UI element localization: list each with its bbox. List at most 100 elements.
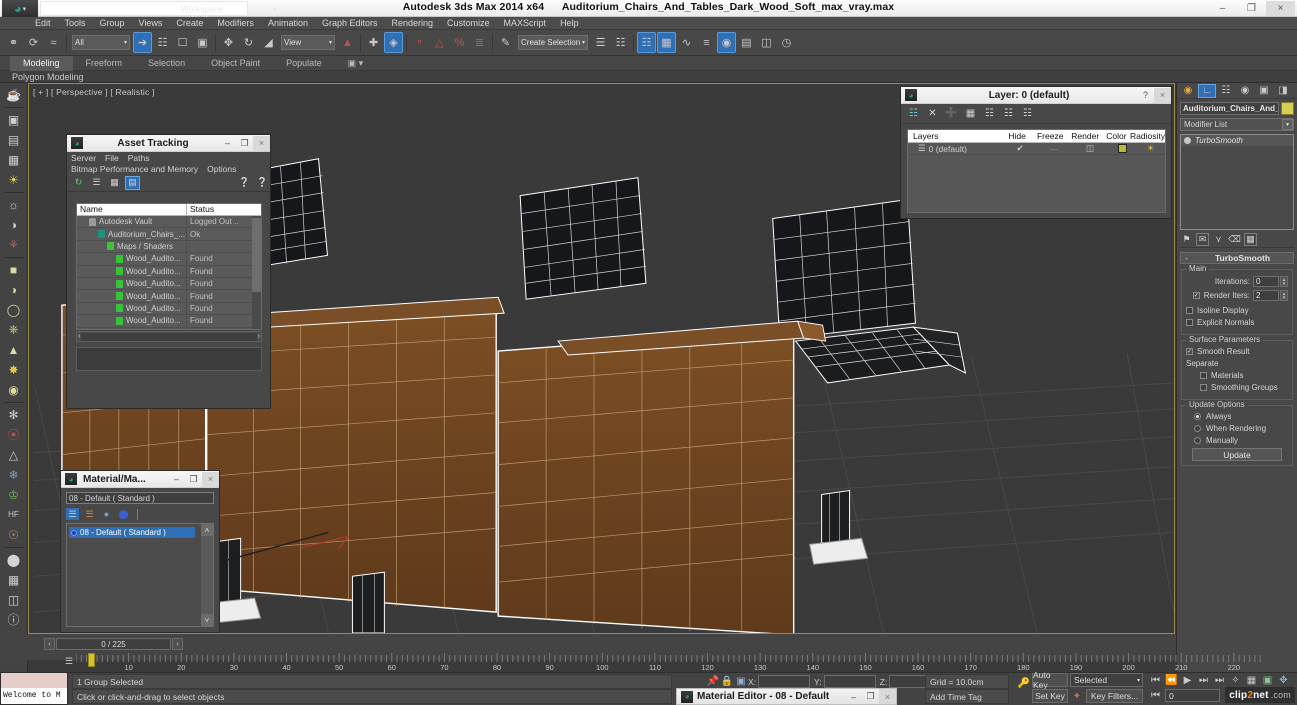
omni-light-icon[interactable]: ◉ xyxy=(3,380,25,399)
open-mini-curve-editor-icon[interactable]: ☰ xyxy=(61,654,77,668)
maxscript-output-line[interactable]: Welcome to M xyxy=(1,688,67,704)
select-and-move-icon[interactable]: ✥ xyxy=(219,32,238,53)
rectangular-selection-region-icon[interactable]: ☐ xyxy=(173,32,192,53)
scrollbar-track[interactable] xyxy=(81,332,257,341)
hierarchy-tab[interactable]: ☷ xyxy=(1217,84,1235,98)
isoline-display-checkbox[interactable] xyxy=(1186,307,1193,314)
layer-hide-toggle[interactable]: ✔ xyxy=(1004,143,1036,154)
layer-dialog[interactable]: ◕ Layer: 0 (default) ? × ☷ ✕ ➕ ▦ ☷ ☷ ☷ L… xyxy=(900,86,1172,219)
select-and-scale-icon[interactable]: ◢ xyxy=(259,32,278,53)
menu-item-modifiers[interactable]: Modifiers xyxy=(210,17,261,30)
render-iters-checkbox[interactable]: ✓ xyxy=(1192,292,1200,299)
modifier-stack-item[interactable]: TurboSmooth xyxy=(1181,135,1293,146)
material-search-field[interactable]: 08 - Default ( Standard ) xyxy=(66,492,214,504)
table-row[interactable]: Wood_Audito... Found xyxy=(77,253,261,266)
x-field[interactable] xyxy=(758,675,811,688)
asset-tracking-window[interactable]: ◕ Asset Tracking – ❐ × Server File Paths B… xyxy=(66,134,271,409)
utilities-tab[interactable]: ◨ xyxy=(1274,84,1292,98)
column-header-name[interactable]: Name xyxy=(77,204,187,215)
table-row[interactable]: Wood_Audito... Found xyxy=(77,302,261,316)
menu-item-create[interactable]: Create xyxy=(169,17,210,30)
list-item[interactable]: 08 - Default ( Standard ) xyxy=(69,527,195,538)
time-slider-handle[interactable] xyxy=(88,653,95,667)
use-pivot-point-center-icon[interactable]: ▲ xyxy=(338,32,357,53)
selection-filter-dropdown[interactable]: All ▾ xyxy=(72,35,130,50)
smooth-result-row[interactable]: ✓ Smooth Result xyxy=(1186,347,1288,356)
render-iters-spinner[interactable]: ▴ ▾ xyxy=(1280,290,1288,301)
iterations-field[interactable]: 0 xyxy=(1253,276,1279,287)
render-iters-field[interactable]: 2 xyxy=(1253,290,1279,301)
menu-item-views[interactable]: Views xyxy=(132,17,170,30)
select-and-manipulate-icon[interactable]: ✚ xyxy=(364,32,383,53)
ribbon-tab-freeform[interactable]: Freeform xyxy=(73,56,136,71)
maxscript-input-line[interactable] xyxy=(1,673,67,688)
refresh-icon[interactable]: ↻ xyxy=(71,176,86,190)
manually-row[interactable]: Manually xyxy=(1186,436,1288,445)
table-row[interactable]: Wood_Audito... Found xyxy=(77,315,261,328)
previous-frame-icon[interactable]: ⏪ xyxy=(1164,673,1179,687)
align-icon[interactable]: ☷ xyxy=(611,32,630,53)
smoothing-groups-checkbox[interactable] xyxy=(1200,384,1207,391)
sphere-gray-icon[interactable]: ⬤ xyxy=(3,550,25,569)
window-crossing-icon[interactable]: ▣ xyxy=(193,32,212,53)
scroll-up-icon[interactable]: ˄ xyxy=(201,524,213,536)
material-list[interactable]: 08 - Default ( Standard ) ˄ ˅ xyxy=(66,523,214,627)
ribbon-tab-object-paint[interactable]: Object Paint xyxy=(198,56,273,71)
schematic-view-icon[interactable]: ≡ xyxy=(697,32,716,53)
layer-properties-icon[interactable]: ☷ xyxy=(1021,107,1034,121)
cone-icon[interactable]: ▲ xyxy=(3,340,25,359)
menu-item-tools[interactable]: Tools xyxy=(58,17,93,30)
ribbon-tab-populate[interactable]: Populate xyxy=(273,56,335,71)
next-frame-icon[interactable]: ⏭ xyxy=(1196,673,1211,687)
column-header-radiosity[interactable]: Radiosity xyxy=(1130,131,1165,141)
pan-view-icon[interactable]: ✥ xyxy=(1276,673,1291,687)
set-key-button[interactable]: Set Key xyxy=(1032,689,1068,703)
help-icon[interactable]: ❔ xyxy=(255,176,270,190)
ribbon-tab-modeling[interactable]: Modeling xyxy=(10,55,73,71)
display-tab[interactable]: ▣ xyxy=(1255,84,1273,98)
viewport-label[interactable]: [ + ] [ Perspective ] [ Realistic ] xyxy=(33,87,155,97)
key-mode-icon[interactable]: ⏮ xyxy=(1148,689,1163,702)
smooth-result-checkbox[interactable]: ✓ xyxy=(1186,348,1193,355)
absolute-relative-transform-icon[interactable]: ▣ xyxy=(734,676,748,687)
angle-snap-toggle-icon[interactable]: △ xyxy=(430,32,449,53)
render-table-icon[interactable]: ▦ xyxy=(3,150,25,169)
column-header-color[interactable]: Color xyxy=(1103,131,1130,141)
help-icon[interactable]: ⓘ xyxy=(3,610,25,629)
smoothing-groups-row[interactable]: Smoothing Groups xyxy=(1186,383,1288,392)
layer-freeze-toggle[interactable]: — xyxy=(1036,144,1072,154)
redo-icon[interactable]: ⟳ xyxy=(24,32,43,53)
material-map-browser-titlebar[interactable]: ◕ Material/Ma... – ❐ × xyxy=(61,471,219,488)
cylinder-icon[interactable]: ◯ xyxy=(3,300,25,319)
dynamics-icon[interactable]: ⦿ xyxy=(3,425,25,444)
lightbulb-icon[interactable] xyxy=(1184,137,1191,144)
ribbon-options-icon[interactable]: ▣ ▾ xyxy=(335,56,377,71)
render-setup-icon[interactable]: ▤ xyxy=(737,32,756,53)
asset-menu-file[interactable]: File xyxy=(105,153,119,163)
curve-editor-icon[interactable]: ∿ xyxy=(677,32,696,53)
column-header-layers[interactable]: Layers xyxy=(908,131,1002,141)
torus-icon[interactable]: ⎈ xyxy=(3,320,25,339)
set-key-filters-icon[interactable]: ✦ xyxy=(1070,690,1084,703)
layer-table[interactable]: Layers Hide Freeze Render Color Radiosit… xyxy=(907,129,1166,213)
select-and-rotate-icon[interactable]: ↻ xyxy=(239,32,258,53)
configure-sets-icon[interactable]: ▦ xyxy=(1244,232,1257,246)
space-warp-icon[interactable]: △ xyxy=(3,445,25,464)
collapse-icon[interactable]: - xyxy=(1181,254,1192,263)
maxscript-mini-listener[interactable]: Welcome to M xyxy=(0,672,68,705)
new-layer-icon[interactable]: ☷ xyxy=(907,107,920,121)
ribbon-tab-selection[interactable]: Selection xyxy=(135,56,198,71)
close-button[interactable]: × xyxy=(202,471,219,487)
create-tab[interactable]: ◉ xyxy=(1179,84,1197,98)
key-mode-dropdown[interactable]: Selected ▾ xyxy=(1070,673,1143,687)
snaps-toggle-icon[interactable]: ⁿ xyxy=(410,32,429,53)
auto-key-button[interactable]: Auto Key xyxy=(1032,670,1068,690)
sun-icon[interactable]: ✸ xyxy=(3,360,25,379)
menu-item-rendering[interactable]: Rendering xyxy=(385,17,441,30)
asset-menu-options[interactable]: Options xyxy=(207,164,236,174)
help-button[interactable]: ? xyxy=(1137,88,1154,103)
remove-modifier-icon[interactable]: ⌫ xyxy=(1228,233,1241,246)
minimize-button[interactable]: – xyxy=(845,689,862,704)
highlight-icon[interactable]: ☷ xyxy=(983,107,996,121)
spinner-snap-toggle-icon[interactable]: ≣ xyxy=(470,32,489,53)
